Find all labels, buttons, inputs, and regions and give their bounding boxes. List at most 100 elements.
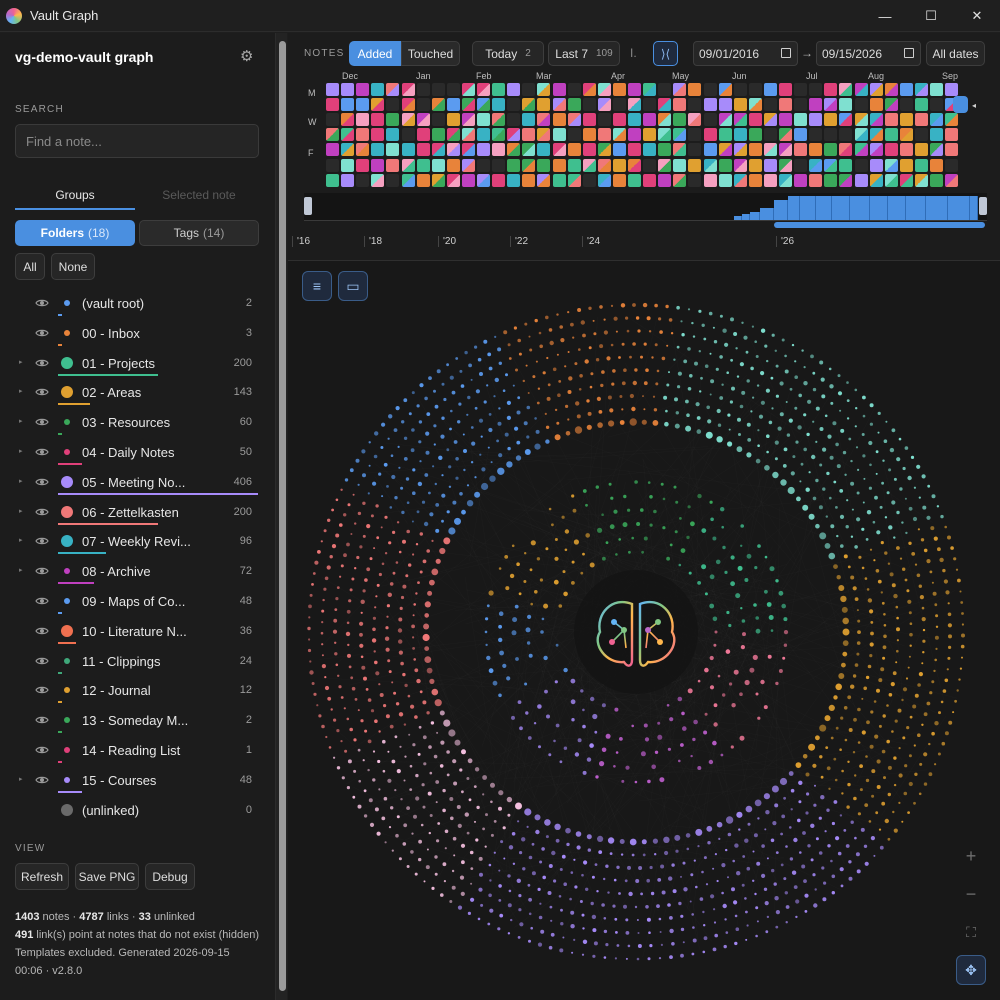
heatmap-cell[interactable]: [688, 158, 702, 172]
tags-button[interactable]: Tags (14): [139, 220, 259, 246]
heatmap-cell[interactable]: [673, 98, 687, 112]
expand-caret-icon[interactable]: ▸: [19, 358, 23, 366]
eye-icon[interactable]: [35, 296, 49, 310]
heatmap-cell[interactable]: [945, 158, 959, 172]
heatmap-cell[interactable]: [809, 173, 823, 187]
heatmap-cell[interactable]: [341, 83, 355, 96]
heatmap-cell[interactable]: [341, 98, 355, 112]
heatmap-cell[interactable]: [839, 98, 853, 112]
heatmap-cell[interactable]: [492, 98, 506, 112]
heatmap-cell[interactable]: [371, 113, 385, 127]
folder-row[interactable]: ▸ 01 - Projects 200: [0, 350, 275, 379]
heatmap-cell[interactable]: [477, 83, 490, 96]
select-none-button[interactable]: None: [51, 253, 95, 280]
heatmap-cell[interactable]: [597, 128, 611, 142]
heatmap-cell[interactable]: [703, 128, 717, 142]
heatmap-cell[interactable]: [809, 83, 823, 96]
heatmap-cell[interactable]: [431, 158, 445, 172]
heatmap-cell[interactable]: [673, 113, 687, 127]
fit-view-icon[interactable]: ⛶: [956, 917, 986, 947]
heatmap-cell[interactable]: [869, 98, 883, 112]
heatmap-cell[interactable]: [839, 128, 853, 142]
heatmap-cell[interactable]: [779, 128, 792, 142]
heatmap-cell[interactable]: [718, 173, 732, 187]
heatmap-cell[interactable]: [794, 173, 808, 187]
heatmap-cell[interactable]: [884, 143, 898, 157]
refresh-button[interactable]: Refresh: [15, 863, 69, 890]
heatmap-cell[interactable]: [386, 98, 400, 112]
heatmap-cell[interactable]: [824, 98, 838, 112]
sidebar-scrollbar[interactable]: [275, 33, 287, 1000]
date-to-field[interactable]: 09/15/2026: [816, 41, 921, 66]
heatmap-cell[interactable]: [371, 158, 385, 172]
eye-icon[interactable]: [35, 445, 49, 459]
heatmap-cell[interactable]: [930, 158, 943, 172]
heatmap-cell[interactable]: [522, 113, 536, 127]
heatmap-cell[interactable]: [507, 143, 521, 157]
heatmap-cell[interactable]: [326, 173, 339, 187]
heatmap-cell[interactable]: [326, 143, 339, 157]
heatmap-cell[interactable]: [809, 128, 823, 142]
heatmap-cell[interactable]: [386, 143, 400, 157]
heatmap-cell[interactable]: [763, 143, 777, 157]
heatmap-cell[interactable]: [899, 98, 913, 112]
heatmap-cell[interactable]: [612, 173, 626, 187]
expand-caret-icon[interactable]: ▸: [19, 447, 23, 455]
heatmap-cell[interactable]: [914, 173, 928, 187]
heatmap-cell[interactable]: [839, 113, 853, 127]
heatmap-cell[interactable]: [597, 113, 611, 127]
heatmap-cell[interactable]: [643, 128, 657, 142]
heatmap-cell[interactable]: [673, 128, 687, 142]
heatmap-cell[interactable]: [477, 113, 490, 127]
heatmap-cell[interactable]: [326, 128, 339, 142]
heatmap-cell[interactable]: [673, 83, 687, 96]
folder-row[interactable]: 00 - Inbox 3: [0, 320, 275, 349]
eye-icon[interactable]: [35, 564, 49, 578]
folder-row[interactable]: ▸ 05 - Meeting No... 406: [0, 469, 275, 498]
heatmap-cell[interactable]: [688, 143, 702, 157]
expand-caret-icon[interactable]: ▸: [19, 477, 23, 485]
heatmap-cell[interactable]: [688, 113, 702, 127]
heatmap-cell[interactable]: [356, 83, 370, 96]
last7-button[interactable]: Last 7 109: [548, 41, 620, 66]
heatmap-cell[interactable]: [703, 98, 717, 112]
heatmap-cell[interactable]: [839, 158, 853, 172]
heatmap-cell[interactable]: [703, 158, 717, 172]
heatmap-cell[interactable]: [884, 158, 898, 172]
heatmap-cell[interactable]: [914, 158, 928, 172]
folder-row[interactable]: 13 - Someday M... 2: [0, 707, 275, 736]
sidebar-scrollbar-thumb[interactable]: [279, 41, 286, 991]
heatmap-cell[interactable]: [748, 143, 762, 157]
heatmap-cell[interactable]: [537, 173, 551, 187]
heatmap-cell[interactable]: [326, 113, 339, 127]
heatmap-cell[interactable]: [824, 158, 838, 172]
heatmap-cell[interactable]: [371, 173, 385, 187]
calendar-icon[interactable]: [781, 48, 791, 58]
eye-icon[interactable]: [35, 534, 49, 548]
heatmap-cell[interactable]: [869, 128, 883, 142]
heatmap-cell[interactable]: [371, 128, 385, 142]
heatmap-cell[interactable]: [839, 173, 853, 187]
heatmap-cell[interactable]: [839, 83, 853, 96]
collapse-range-icon[interactable]: ⟩⟨: [653, 41, 678, 66]
heatmap-cell[interactable]: [597, 98, 611, 112]
heatmap-cell[interactable]: [416, 128, 430, 142]
heatmap-cell[interactable]: [537, 83, 551, 96]
heatmap-cell[interactable]: [446, 83, 460, 96]
heatmap-cell[interactable]: [628, 128, 641, 142]
heatmap-cell[interactable]: [326, 98, 339, 112]
heatmap-cell[interactable]: [763, 83, 777, 96]
heatmap-cell[interactable]: [930, 113, 943, 127]
heatmap-cell[interactable]: [326, 158, 339, 172]
gear-icon[interactable]: ⚙: [240, 47, 253, 65]
heatmap-cell[interactable]: [809, 113, 823, 127]
touched-toggle[interactable]: Touched: [401, 41, 460, 66]
heatmap-cell[interactable]: [477, 143, 490, 157]
heatmap-cell[interactable]: [688, 173, 702, 187]
folder-row[interactable]: 11 - Clippings 24: [0, 648, 275, 677]
folder-row[interactable]: ▸ 03 - Resources 60: [0, 409, 275, 438]
heatmap-cell[interactable]: [809, 98, 823, 112]
heatmap-cell[interactable]: [914, 83, 928, 96]
folder-row[interactable]: ▸ 07 - Weekly Revi... 96: [0, 528, 275, 557]
heatmap-cell[interactable]: [658, 143, 672, 157]
